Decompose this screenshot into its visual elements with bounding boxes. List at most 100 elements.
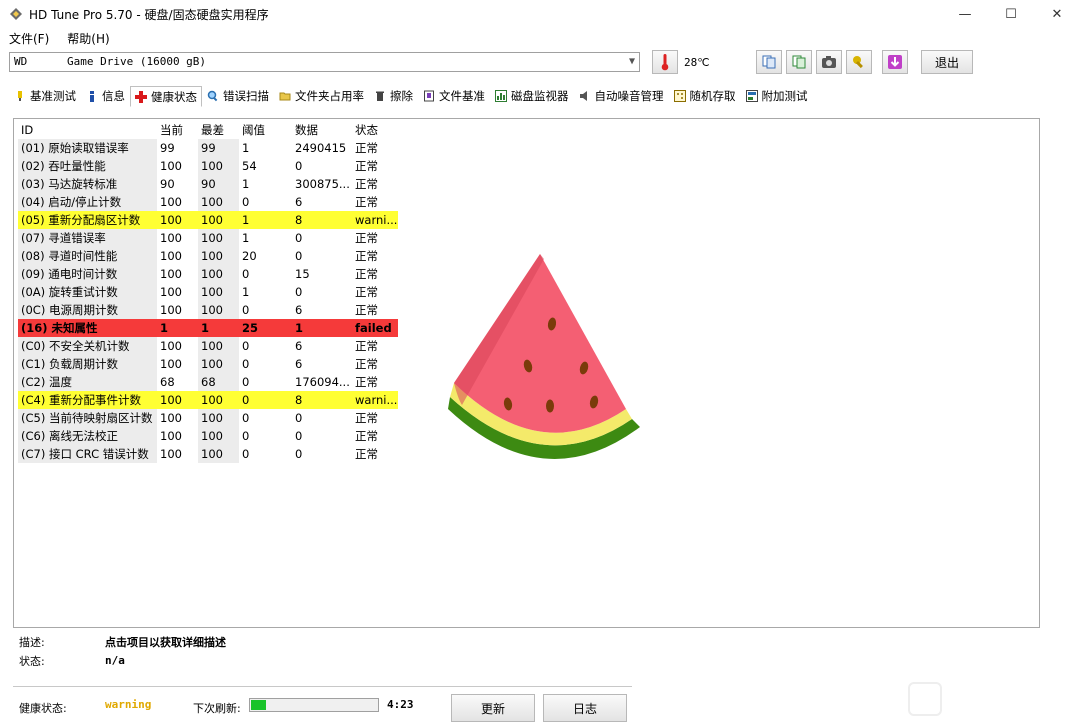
cell-data: 0 xyxy=(295,411,303,425)
table-row[interactable]: (0C) 电源周期计数 100 100 0 6 正常 xyxy=(18,301,398,319)
folder-icon xyxy=(279,92,291,101)
table-row[interactable]: (02) 吞吐量性能 100 100 54 0 正常 xyxy=(18,157,398,175)
cell-data: 0 xyxy=(295,447,303,461)
cell-current: 100 xyxy=(160,285,182,299)
copy-all-button[interactable] xyxy=(786,50,812,74)
table-row[interactable]: (C6) 离线无法校正 100 100 0 0 正常 xyxy=(18,427,398,445)
cell-current: 100 xyxy=(160,249,182,263)
watermark-logo xyxy=(908,682,942,716)
table-row[interactable]: (0A) 旋转重试计数 100 100 1 0 正常 xyxy=(18,283,398,301)
tab-label: 磁盘监视器 xyxy=(511,89,569,103)
cell-status: 正常 xyxy=(355,159,378,173)
refresh-countdown: 4:23 xyxy=(387,698,414,711)
cell-status: 正常 xyxy=(355,357,378,371)
cell-data: 6 xyxy=(295,195,303,209)
table-row[interactable]: (C4) 重新分配事件计数 100 100 0 8 warni... xyxy=(18,391,398,409)
tab-disk-monitor[interactable]: 磁盘监视器 xyxy=(490,86,574,106)
cell-data: 6 xyxy=(295,357,303,371)
update-button[interactable]: 更新 xyxy=(451,694,535,722)
cell-threshold: 1 xyxy=(239,211,292,229)
menu-file[interactable]: 文件(F) xyxy=(9,30,49,47)
tab-erase[interactable]: 擦除 xyxy=(369,86,418,106)
cell-data: 8 xyxy=(292,211,352,229)
options-button[interactable] xyxy=(846,50,872,74)
cell-status: 正常 xyxy=(355,267,378,281)
column-header-id[interactable]: ID xyxy=(18,121,157,139)
tab-aam[interactable]: 自动噪音管理 xyxy=(574,86,669,106)
cell-threshold: 0 xyxy=(242,339,250,353)
attribute-status-value: n/a xyxy=(105,654,125,667)
cell-worst: 100 xyxy=(198,427,239,445)
table-row[interactable]: (05) 重新分配扇区计数 100 100 1 8 warni... xyxy=(18,211,398,229)
tab-folder-usage[interactable]: 文件夹占用率 xyxy=(274,86,369,106)
cell-status: warni... xyxy=(352,211,398,229)
exit-button[interactable]: 退出 xyxy=(921,50,973,74)
table-row[interactable]: (04) 启动/停止计数 100 100 0 6 正常 xyxy=(18,193,398,211)
thermometer-icon xyxy=(652,50,678,74)
tab-info[interactable]: 信息 xyxy=(81,86,130,106)
table-row[interactable]: (07) 寻道错误率 100 100 1 0 正常 xyxy=(18,229,398,247)
table-row[interactable]: (C1) 负载周期计数 100 100 0 6 正常 xyxy=(18,355,398,373)
cell-threshold: 0 xyxy=(242,429,250,443)
column-header-threshold[interactable]: 阈值 xyxy=(239,121,292,139)
tab-benchmark[interactable]: 基准测试 xyxy=(9,86,81,106)
table-row[interactable]: (08) 寻道时间性能 100 100 20 0 正常 xyxy=(18,247,398,265)
cell-status: 正常 xyxy=(355,303,378,317)
cell-status: 正常 xyxy=(355,411,378,425)
screenshot-button[interactable] xyxy=(816,50,842,74)
cell-threshold: 1 xyxy=(242,231,250,245)
tab-file-benchmark[interactable]: 文件基准 xyxy=(418,86,490,106)
tab-random-access[interactable]: 随机存取 xyxy=(669,86,741,106)
tab-extra-tests[interactable]: 附加测试 xyxy=(741,86,813,106)
table-row[interactable]: (C0) 不安全关机计数 100 100 0 6 正常 xyxy=(18,337,398,355)
drive-select-value: WD Game Drive (16000 gB) xyxy=(14,55,207,68)
refresh-progress-fill xyxy=(251,700,267,710)
tab-health[interactable]: 健康状态 xyxy=(130,86,202,107)
tab-error-scan[interactable]: 错误扫描 xyxy=(202,86,274,106)
column-header-current[interactable]: 当前 xyxy=(157,121,198,139)
maximize-button[interactable]: ☐ xyxy=(988,0,1034,28)
health-panel: ID 当前 最差 阈值 数据 状态 (01) 原始读取错误率 99 99 1 24904… xyxy=(13,118,1040,628)
menu-help[interactable]: 帮助(H) xyxy=(67,30,109,47)
table-row[interactable]: (C5) 当前待映射扇区计数 100 100 0 0 正常 xyxy=(18,409,398,427)
watermelon-slice-image xyxy=(448,254,640,459)
wrench-icon xyxy=(853,56,863,69)
cell-id: (C4) 重新分配事件计数 xyxy=(18,391,157,409)
table-row[interactable]: (03) 马达旋转标准 90 90 1 300875... 正常 xyxy=(18,175,398,193)
copy-info-button[interactable] xyxy=(756,50,782,74)
description-area: 描述: 点击项目以获取详细描述 状态: n/a xyxy=(19,632,619,670)
cell-status: 正常 xyxy=(355,231,378,245)
description-label: 描述: xyxy=(19,635,45,649)
cell-data: 0 xyxy=(295,159,303,173)
magnifier-icon xyxy=(207,90,218,102)
cell-current: 100 xyxy=(160,267,182,281)
table-row[interactable]: (C2) 温度 68 68 0 176094... 正常 xyxy=(18,373,398,391)
table-row[interactable]: (16) 未知属性 1 1 25 1 failed xyxy=(18,319,398,337)
cell-threshold: 1 xyxy=(242,285,250,299)
cell-current: 100 xyxy=(160,159,182,173)
cell-current: 100 xyxy=(160,231,182,245)
drive-select[interactable]: WD Game Drive (16000 gB) ▼ xyxy=(9,52,640,72)
column-header-data[interactable]: 数据 xyxy=(292,121,352,139)
health-status-value: warning xyxy=(105,698,152,711)
cell-worst: 100 xyxy=(198,301,239,319)
log-button[interactable]: 日志 xyxy=(543,694,627,722)
minimize-button[interactable]: — xyxy=(942,0,988,28)
extra-test-icon xyxy=(745,90,758,102)
drive-toolbar: WD Game Drive (16000 gB) ▼ 28℃ 退出 xyxy=(0,48,1080,82)
close-button[interactable]: ✕ xyxy=(1034,0,1080,28)
cell-threshold: 54 xyxy=(242,159,257,173)
table-row[interactable]: (09) 通电时间计数 100 100 0 15 正常 xyxy=(18,265,398,283)
cell-data: 6 xyxy=(295,339,303,353)
save-button[interactable] xyxy=(882,50,908,74)
cell-data: 6 xyxy=(295,303,303,317)
column-header-worst[interactable]: 最差 xyxy=(198,121,239,139)
cell-worst: 100 xyxy=(198,157,239,175)
cell-data: 176094... xyxy=(295,375,350,389)
menu-bar: 文件(F) 帮助(H) xyxy=(0,28,1080,48)
cell-worst: 100 xyxy=(198,211,239,229)
column-header-status[interactable]: 状态 xyxy=(352,121,398,139)
table-row[interactable]: (C7) 接口 CRC 错误计数 100 100 0 0 正常 xyxy=(18,445,398,463)
table-row[interactable]: (01) 原始读取错误率 99 99 1 2490415 正常 xyxy=(18,139,398,157)
cell-worst: 68 xyxy=(198,373,239,391)
